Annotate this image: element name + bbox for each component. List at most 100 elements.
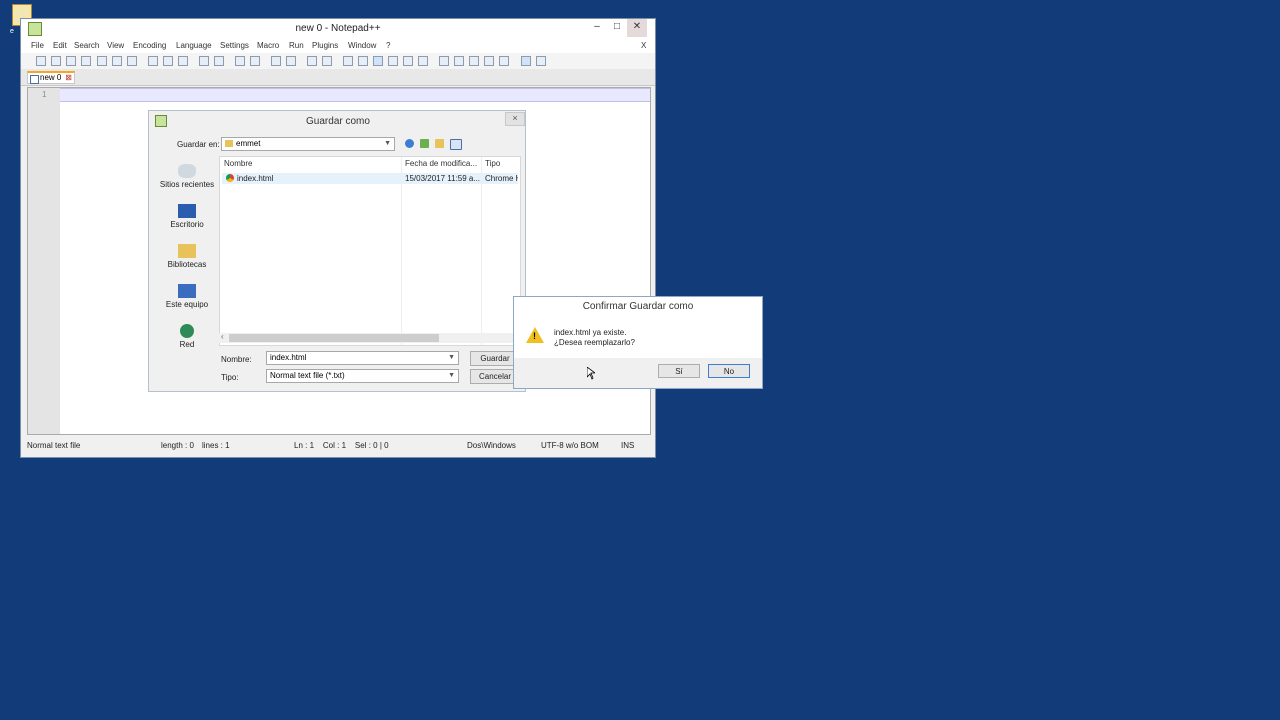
status-file-type: Normal text file <box>27 441 81 450</box>
document-map-icon[interactable] <box>403 56 413 66</box>
menu-run[interactable]: Run <box>289 41 304 50</box>
save-icon[interactable] <box>66 56 76 66</box>
desktop-shortcut-label: e <box>10 28 14 35</box>
sync-horizontal-icon[interactable] <box>322 56 332 66</box>
place-label: Este equipo <box>165 300 209 309</box>
chevron-down-icon: ▼ <box>448 354 455 361</box>
function-list-icon[interactable] <box>418 56 428 66</box>
indent-guide-icon[interactable] <box>373 56 383 66</box>
place-this-pc[interactable]: Este equipo <box>153 284 221 309</box>
menu-search[interactable]: Search <box>74 41 99 50</box>
status-length: length : 0 <box>161 441 194 450</box>
copy-icon[interactable] <box>163 56 173 66</box>
file-type-dropdown[interactable]: Normal text file (*.txt) ▼ <box>266 369 459 383</box>
redo-icon[interactable] <box>214 56 224 66</box>
undo-icon[interactable] <box>199 56 209 66</box>
column-header-type[interactable]: Tipo <box>485 159 500 168</box>
close-button[interactable]: ✕ <box>627 19 647 37</box>
file-date: 15/03/2017 11:59 a... <box>405 174 481 183</box>
close-file-icon[interactable] <box>97 56 107 66</box>
spell-check-icon[interactable] <box>521 56 531 66</box>
column-divider <box>401 157 402 345</box>
title-bar[interactable]: new 0 - Notepad++ – □ ✕ <box>21 19 655 39</box>
column-header-date[interactable]: Fecha de modifica... <box>405 159 477 168</box>
place-libraries[interactable]: Bibliotecas <box>153 244 221 269</box>
save-in-dropdown[interactable]: emmet ▼ <box>221 137 395 151</box>
yes-button[interactable]: Sí <box>658 364 700 378</box>
zoom-out-icon[interactable] <box>286 56 296 66</box>
stop-macro-icon[interactable] <box>454 56 464 66</box>
desktop-icon <box>178 204 196 218</box>
line-number-gutter: 1 <box>28 88 60 434</box>
plugin-icon[interactable] <box>536 56 546 66</box>
place-label: Red <box>179 340 195 349</box>
maximize-button[interactable]: □ <box>607 19 627 37</box>
minimize-button[interactable]: – <box>587 19 607 37</box>
scrollbar-thumb[interactable] <box>229 334 439 342</box>
menu-help[interactable]: ? <box>386 41 390 50</box>
column-header-name[interactable]: Nombre <box>224 159 252 168</box>
menu-view[interactable]: View <box>107 41 124 50</box>
menu-macro[interactable]: Macro <box>257 41 279 50</box>
dialog-close-button[interactable]: × <box>505 112 525 126</box>
paste-icon[interactable] <box>178 56 188 66</box>
menu-language[interactable]: Language <box>176 41 212 50</box>
place-label: Sitios recientes <box>159 180 215 189</box>
column-divider <box>481 157 482 345</box>
back-icon[interactable] <box>405 139 414 148</box>
file-list[interactable]: Nombre Fecha de modifica... Tipo index.h… <box>219 156 521 346</box>
new-folder-icon[interactable] <box>435 139 444 148</box>
save-all-icon[interactable] <box>81 56 91 66</box>
save-macro-icon[interactable] <box>499 56 509 66</box>
current-line-highlight <box>60 88 650 102</box>
print-icon[interactable] <box>127 56 137 66</box>
menu-window[interactable]: Window <box>348 41 376 50</box>
show-all-chars-icon[interactable] <box>358 56 368 66</box>
menu-encoding[interactable]: Encoding <box>133 41 166 50</box>
message-line-2: ¿Desea reemplazarlo? <box>554 338 635 347</box>
scroll-left-icon[interactable]: ‹ <box>221 332 224 341</box>
menu-file[interactable]: File <box>31 41 44 50</box>
play-macro-icon[interactable] <box>469 56 479 66</box>
place-recent[interactable]: Sitios recientes <box>153 164 221 189</box>
word-wrap-icon[interactable] <box>343 56 353 66</box>
menu-edit[interactable]: Edit <box>53 41 67 50</box>
new-file-icon[interactable] <box>36 56 46 66</box>
zoom-in-icon[interactable] <box>271 56 281 66</box>
no-button[interactable]: No <box>708 364 750 378</box>
confirm-save-dialog: Confirmar Guardar como ! index.html ya e… <box>513 296 763 389</box>
close-all-icon[interactable] <box>112 56 122 66</box>
menu-plugins[interactable]: Plugins <box>312 41 338 50</box>
file-type-value: Normal text file (*.txt) <box>270 371 345 380</box>
dialog-title: Confirmar Guardar como <box>582 301 694 312</box>
place-label: Escritorio <box>170 220 204 229</box>
network-icon <box>180 324 194 338</box>
save-in-value: emmet <box>236 139 261 148</box>
file-name-input[interactable]: index.html ▼ <box>266 351 459 365</box>
view-menu-icon[interactable] <box>450 139 462 150</box>
tab-new-0[interactable]: new 0 ⊠ <box>27 71 75 84</box>
cut-icon[interactable] <box>148 56 158 66</box>
menu-close-document[interactable]: X <box>641 41 646 50</box>
window-title: new 0 - Notepad++ <box>295 23 381 34</box>
open-file-icon[interactable] <box>51 56 61 66</box>
menu-settings[interactable]: Settings <box>220 41 249 50</box>
save-as-dialog: Guardar como × Guardar en: emmet ▼ Sitio… <box>148 110 526 392</box>
up-folder-icon[interactable] <box>420 139 429 148</box>
find-icon[interactable] <box>235 56 245 66</box>
place-desktop[interactable]: Escritorio <box>153 204 221 229</box>
status-position: Ln : 1 Col : 1 Sel : 0 | 0 <box>294 441 389 450</box>
toolbar <box>21 53 655 69</box>
file-row[interactable]: index.html 15/03/2017 11:59 a... Chrome … <box>222 173 518 184</box>
record-macro-icon[interactable] <box>439 56 449 66</box>
folder-icon <box>225 140 233 148</box>
status-bar: Normal text file length : 0 lines : 1 Ln… <box>21 439 655 455</box>
sync-vertical-icon[interactable] <box>307 56 317 66</box>
place-network[interactable]: Red <box>153 324 221 349</box>
horizontal-scrollbar[interactable]: ‹ <box>219 332 519 343</box>
tab-close-icon[interactable]: ⊠ <box>65 73 72 82</box>
tab-strip: new 0 ⊠ <box>21 69 655 86</box>
play-multiple-icon[interactable] <box>484 56 494 66</box>
replace-icon[interactable] <box>250 56 260 66</box>
user-language-icon[interactable] <box>388 56 398 66</box>
